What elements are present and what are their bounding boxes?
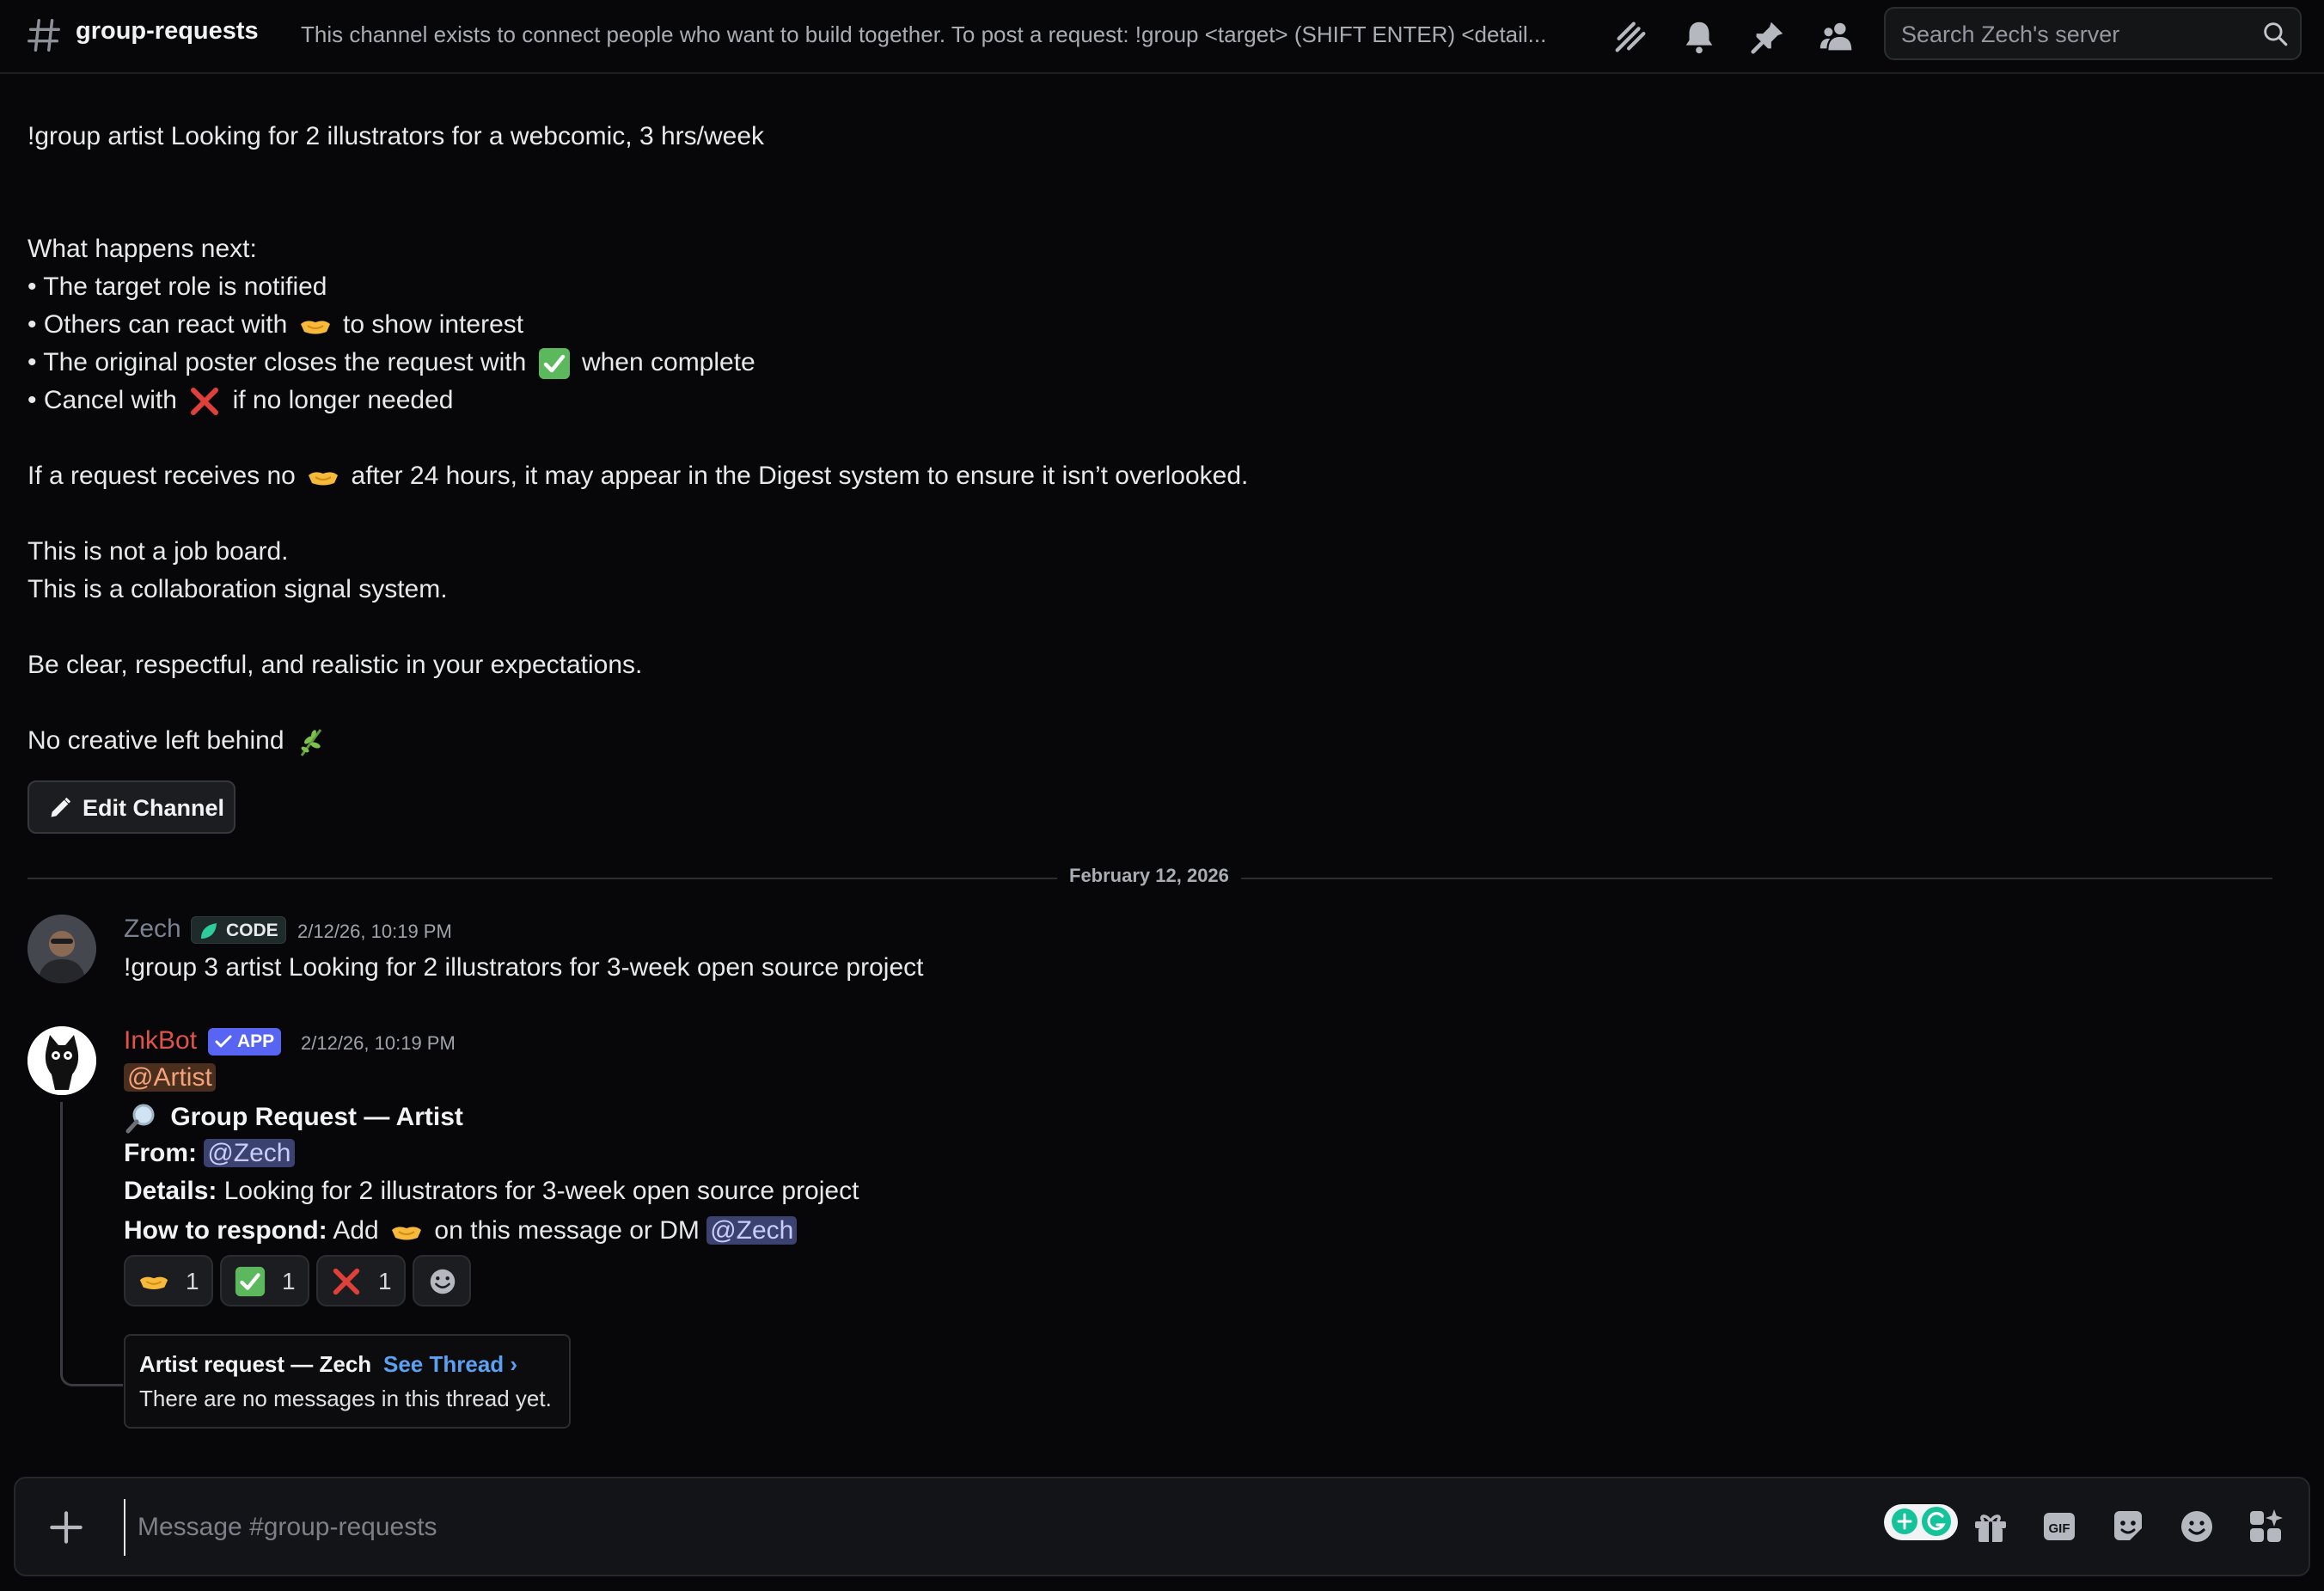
handshake-icon (309, 472, 339, 486)
date-divider-label: February 12, 2026 (1057, 865, 1241, 887)
edit-channel-label: Edit Channel (83, 795, 225, 821)
sticker-icon[interactable] (2107, 1506, 2149, 1547)
magnifier-icon (125, 1104, 155, 1134)
bullet-cancel-text-b: if no longer needed (232, 386, 454, 414)
thread-preview-card[interactable]: Artist request — Zech See Thread › There… (124, 1334, 571, 1429)
bullet-cancel: • Cancel with if no longer needed (28, 383, 453, 419)
user-avatar-icon (28, 915, 96, 983)
cat-icon (28, 1026, 96, 1095)
channel-header: group-requests This channel exists to co… (0, 0, 2324, 74)
search-box[interactable] (1884, 7, 2302, 60)
group-request-title: Group Request — Artist (124, 1101, 463, 1135)
role-mention-line: @Artist (124, 1063, 216, 1092)
handshake-icon (139, 1276, 168, 1290)
message-input[interactable] (124, 1499, 1858, 1556)
digest-text-a: If a request receives no (28, 462, 296, 490)
username-inkbot[interactable]: InkBot (124, 1026, 197, 1056)
plus-icon[interactable] (45, 1506, 88, 1549)
details-line: Details: Looking for 2 illustrators for … (124, 1177, 859, 1206)
cross-mark-icon (333, 1268, 360, 1295)
check-mark-icon (235, 1266, 266, 1297)
apps-icon[interactable] (2245, 1506, 2286, 1547)
avatar-inkbot[interactable] (28, 1026, 96, 1095)
from-label: From: (124, 1139, 197, 1167)
edit-channel-button[interactable]: Edit Channel (28, 780, 235, 834)
handshake-icon (300, 321, 330, 334)
what-happens-heading: What happens next: (28, 235, 257, 263)
smiley-icon (430, 1269, 456, 1294)
app-badge[interactable]: APP (208, 1028, 282, 1056)
check-mark-icon (538, 348, 570, 380)
digest-note: If a request receives no after 24 hours,… (28, 459, 1248, 494)
reaction-count: 1 (282, 1268, 296, 1294)
channel-topic[interactable]: This channel exists to connect people wh… (301, 21, 1588, 48)
no-creative-text: No creative left behind (28, 726, 284, 755)
bullet-close-text-b: when complete (581, 348, 755, 376)
members-icon[interactable] (1817, 17, 1856, 57)
gif-icon[interactable]: GIF (2039, 1506, 2080, 1547)
signal-system-text: This is a collaboration signal system. (28, 575, 448, 603)
app-badge-label: APP (237, 1031, 275, 1051)
herb-icon (300, 729, 322, 756)
thread-connector (60, 1102, 123, 1386)
grammarly-icon[interactable] (1882, 1499, 1960, 1544)
timestamp-zech[interactable]: 2/12/26, 10:19 PM (297, 921, 452, 943)
svg-text:GIF: GIF (2049, 1521, 2070, 1536)
timestamp-inkbot[interactable]: 2/12/26, 10:19 PM (301, 1032, 456, 1055)
channel-name: group-requests (76, 17, 259, 45)
verified-check-icon (215, 1035, 232, 1048)
emoji-picker-icon[interactable] (2176, 1506, 2217, 1547)
cross-mark-icon (191, 388, 219, 416)
expectations-text: Be clear, respectful, and realistic in y… (28, 651, 643, 679)
details-label: Details: (124, 1177, 217, 1205)
bullet-react-interest: • Others can react with to show interest (28, 308, 523, 343)
see-thread-link[interactable]: See Thread › (383, 1351, 517, 1378)
bell-icon[interactable] (1679, 17, 1719, 57)
digest-text-b: after 24 hours, it may appear in the Dig… (351, 462, 1249, 490)
example-command-text: !group artist Looking for 2 illustrators… (28, 122, 765, 150)
reaction-cross-mark[interactable]: 1 (316, 1255, 406, 1306)
respond-text-b: on this message or DM (434, 1215, 700, 1245)
message-composer: GIF (14, 1477, 2310, 1576)
role-mention-artist[interactable]: @Artist (124, 1063, 216, 1092)
from-mention-zech[interactable]: @Zech (204, 1139, 295, 1167)
hashtag-icon (28, 19, 60, 52)
not-job-board-text: This is not a job board. (28, 537, 289, 566)
respond-line: How to respond: Add on this message or D… (124, 1215, 798, 1249)
bullet-close-request: • The original poster closes the request… (28, 346, 755, 381)
gift-icon[interactable] (1970, 1506, 2011, 1547)
code-badge[interactable]: CODE (191, 916, 286, 944)
search-input[interactable] (1886, 9, 2264, 60)
leaf-icon (201, 923, 217, 939)
bullet-cancel-text-a: • Cancel with (28, 386, 177, 414)
threads-icon[interactable] (1611, 17, 1650, 57)
details-text: Looking for 2 illustrators for 3-week op… (223, 1177, 859, 1205)
code-badge-label: CODE (226, 921, 278, 940)
respond-label: How to respond: (124, 1215, 327, 1245)
reaction-check-mark[interactable]: 1 (220, 1255, 309, 1306)
group-request-title-text: Group Request — Artist (170, 1102, 463, 1131)
reaction-count: 1 (378, 1268, 392, 1294)
bullet-react-text-b: to show interest (342, 310, 524, 339)
thread-title[interactable]: Artist request — Zech (139, 1351, 371, 1378)
message-text-zech: !group 3 artist Looking for 2 illustrato… (124, 953, 924, 982)
respond-mention-zech[interactable]: @Zech (706, 1215, 798, 1245)
reaction-handshake[interactable]: 1 (124, 1255, 213, 1306)
handshake-icon (392, 1227, 422, 1240)
thread-empty-text: There are no messages in this thread yet… (139, 1386, 552, 1411)
pencil-icon (51, 797, 71, 817)
avatar-zech[interactable] (28, 915, 96, 983)
add-reaction-button[interactable] (413, 1255, 471, 1306)
search-icon[interactable] (2260, 19, 2290, 48)
no-creative-left-behind: No creative left behind (28, 724, 333, 759)
bullet-close-text-a: • The original poster closes the request… (28, 348, 527, 376)
reaction-count: 1 (186, 1268, 199, 1294)
from-line: From: @Zech (124, 1139, 295, 1168)
respond-text-a: Add (333, 1215, 379, 1245)
username-zech[interactable]: Zech (124, 915, 181, 944)
bullet-notified: • The target role is notified (28, 272, 327, 301)
bullet-react-text-a: • Others can react with (28, 310, 288, 339)
pin-icon[interactable] (1748, 17, 1788, 57)
